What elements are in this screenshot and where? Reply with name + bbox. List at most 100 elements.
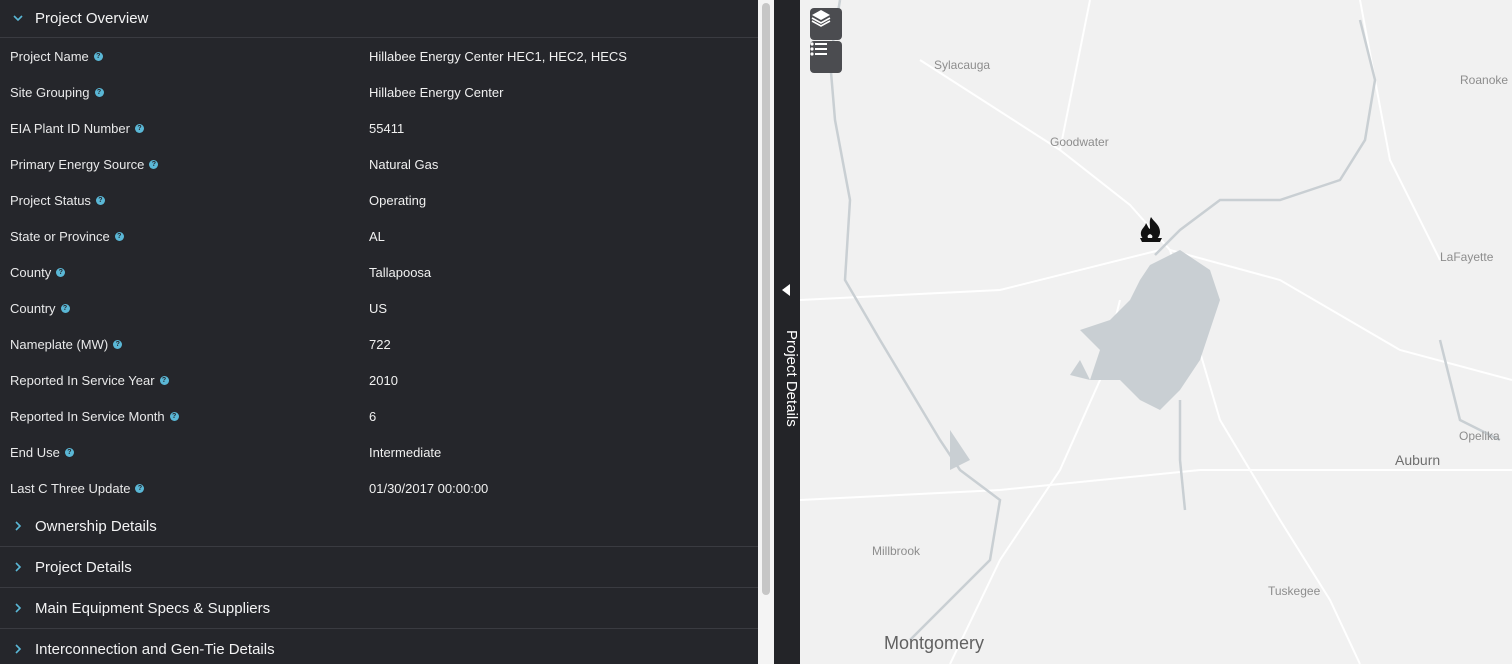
city-label: Sylacauga [934, 58, 991, 72]
help-icon[interactable]: ? [56, 267, 66, 277]
city-label: Tuskegee [1268, 584, 1321, 598]
field-label-text: EIA Plant ID Number [10, 120, 130, 136]
overview-row: Nameplate (MW)? 722 [0, 326, 758, 362]
field-label-text: County [10, 264, 52, 280]
layers-button[interactable] [810, 8, 842, 40]
field-value: Natural Gas [369, 156, 439, 172]
collapse-tab-label: Project Details [783, 330, 800, 427]
field-value: 722 [369, 336, 391, 352]
section-header[interactable]: Interconnection and Gen-Tie Details [0, 629, 758, 664]
help-icon[interactable]: ? [135, 483, 145, 493]
field-label: Project Name? [0, 49, 369, 64]
help-icon[interactable]: ? [64, 447, 74, 457]
section-header[interactable]: Main Equipment Specs & Suppliers [0, 588, 758, 629]
city-label: Goodwater [1050, 135, 1109, 149]
section-title: Interconnection and Gen-Tie Details [35, 640, 275, 658]
city-label: Millbrook [872, 544, 921, 558]
help-icon[interactable]: ? [60, 303, 70, 313]
section-header[interactable]: Project Details [0, 547, 758, 588]
field-label: Country? [0, 301, 369, 316]
section-header[interactable]: Ownership Details [0, 506, 758, 547]
caret-left-icon[interactable] [782, 284, 790, 296]
overview-row: Reported In Service Month? 6 [0, 398, 758, 434]
chevron-right-icon [12, 520, 24, 532]
section-title: Project Overview [35, 10, 149, 27]
help-icon[interactable]: ? [113, 339, 123, 349]
section-title: Project Details [35, 558, 132, 576]
field-label: EIA Plant ID Number? [0, 121, 369, 136]
overview-row: EIA Plant ID Number? 55411 [0, 110, 758, 146]
legend-list-icon [810, 42, 827, 56]
field-value: AL [369, 228, 385, 244]
legend-button[interactable] [810, 41, 842, 73]
overview-row: Site Grouping? Hillabee Energy Center [0, 74, 758, 110]
field-label-text: Project Name [10, 48, 89, 64]
field-label-text: Last C Three Update [10, 480, 131, 496]
city-label: Montgomery [884, 633, 985, 653]
city-label: Auburn [1395, 452, 1441, 468]
layers-icon [811, 10, 831, 27]
help-icon[interactable]: ? [94, 87, 104, 97]
field-value: Hillabee Energy Center [369, 84, 504, 100]
help-icon[interactable]: ? [134, 123, 144, 133]
help-icon[interactable]: ? [159, 375, 169, 385]
help-icon[interactable]: ? [114, 231, 124, 241]
field-value: 55411 [369, 120, 405, 136]
field-value: 6 [369, 408, 377, 424]
help-icon[interactable]: ? [169, 411, 179, 421]
field-value: Intermediate [369, 444, 442, 460]
field-value: US [369, 300, 388, 316]
field-label-text: Reported In Service Year [10, 372, 155, 388]
field-label-text: Primary Energy Source [10, 156, 145, 172]
field-label: Site Grouping? [0, 85, 369, 100]
section-title: Ownership Details [35, 517, 157, 535]
help-icon[interactable]: ? [149, 159, 159, 169]
field-label-text: Site Grouping [10, 84, 90, 100]
field-label: State or Province? [0, 229, 369, 244]
chevron-right-icon [12, 643, 24, 655]
collapse-panel-tab[interactable]: Project Details [774, 0, 800, 664]
chevron-right-icon [12, 602, 24, 614]
field-label: Reported In Service Month? [0, 409, 369, 424]
map-view[interactable]: Sylacauga Roanoke Goodwater LaFayette Op… [800, 0, 1512, 664]
field-value: Operating [369, 192, 427, 208]
field-value: Hillabee Energy Center HEC1, HEC2, HECS [369, 48, 627, 64]
field-label-text: Reported In Service Month [10, 408, 165, 424]
overview-row: Country? US [0, 290, 758, 326]
city-label: LaFayette [1440, 250, 1494, 264]
field-label: Primary Energy Source? [0, 157, 369, 172]
collapsed-sections: Ownership Details Project Details Main Equ… [0, 506, 758, 664]
panel-scrollbar[interactable] [758, 0, 774, 664]
overview-row: Primary Energy Source? Natural Gas [0, 146, 758, 182]
section-title: Main Equipment Specs & Suppliers [35, 599, 271, 617]
overview-row: Project Status? Operating [0, 182, 758, 218]
overview-row: State or Province? AL [0, 218, 758, 254]
field-label: End Use? [0, 445, 369, 460]
field-label: Reported In Service Year? [0, 373, 369, 388]
help-icon[interactable]: ? [95, 195, 105, 205]
overview-row: Reported In Service Year? 2010 [0, 362, 758, 398]
chevron-down-icon [12, 13, 24, 25]
overview-row: County? Tallapoosa [0, 254, 758, 290]
field-label: Project Status? [0, 193, 369, 208]
city-label: Opelika [1459, 429, 1500, 443]
overview-table: Project Name? Hillabee Energy Center HEC1… [0, 38, 758, 506]
project-details-panel: Project Overview Project Name? Hillabee E… [0, 0, 758, 664]
field-value: 01/30/2017 00:00:00 [369, 480, 489, 496]
field-label-text: Country [10, 300, 56, 316]
section-project-overview[interactable]: Project Overview [0, 0, 758, 38]
scrollbar-thumb[interactable] [762, 3, 770, 595]
field-label-text: Project Status [10, 192, 91, 208]
overview-row: Last C Three Update? 01/30/2017 00:00:00 [0, 470, 758, 506]
natural-gas-flame-icon[interactable] [1136, 214, 1166, 244]
help-icon[interactable]: ? [93, 51, 103, 61]
field-label-text: End Use [10, 444, 60, 460]
field-label-text: State or Province [10, 228, 110, 244]
chevron-right-icon [12, 561, 24, 573]
field-value: 2010 [369, 372, 398, 388]
city-label: Roanoke [1460, 73, 1509, 87]
field-label: County? [0, 265, 369, 280]
field-value: Tallapoosa [369, 264, 432, 280]
field-label: Nameplate (MW)? [0, 337, 369, 352]
map-basemap [800, 0, 1512, 664]
